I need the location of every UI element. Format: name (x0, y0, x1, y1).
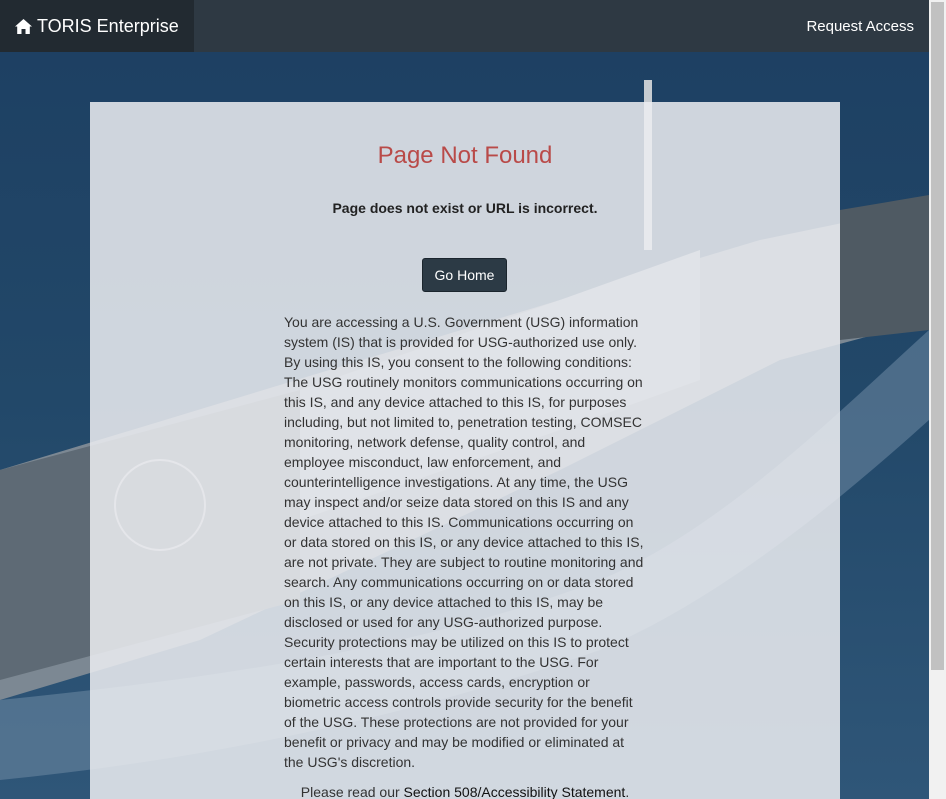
scrollbar-thumb[interactable] (931, 2, 944, 670)
page-title: Page Not Found (377, 142, 553, 169)
footer-prefix: Please read our (300, 784, 404, 799)
error-message: Page does not exist or URL is incorrect. (332, 200, 598, 216)
page: TORIS Enterprise Request Access Page Not… (0, 0, 946, 799)
brand-label: TORIS Enterprise (37, 15, 179, 36)
brand-home-link[interactable]: TORIS Enterprise (0, 0, 194, 52)
top-navbar: TORIS Enterprise Request Access (0, 0, 929, 52)
home-icon (15, 18, 32, 34)
go-home-button[interactable]: Go Home (422, 258, 507, 292)
usg-notice-text: You are accessing a U.S. Government (USG… (284, 314, 644, 770)
request-access-link[interactable]: Request Access (806, 18, 929, 35)
vertical-scrollbar[interactable] (929, 0, 946, 799)
error-panel: Page Not Found Page does not exist or UR… (90, 102, 840, 799)
section-508-link[interactable]: Section 508/Accessibility Statement (404, 784, 626, 799)
accessibility-footer: Please read our Section 508/Accessibilit… (90, 782, 840, 799)
footer-suffix: . (625, 784, 630, 799)
